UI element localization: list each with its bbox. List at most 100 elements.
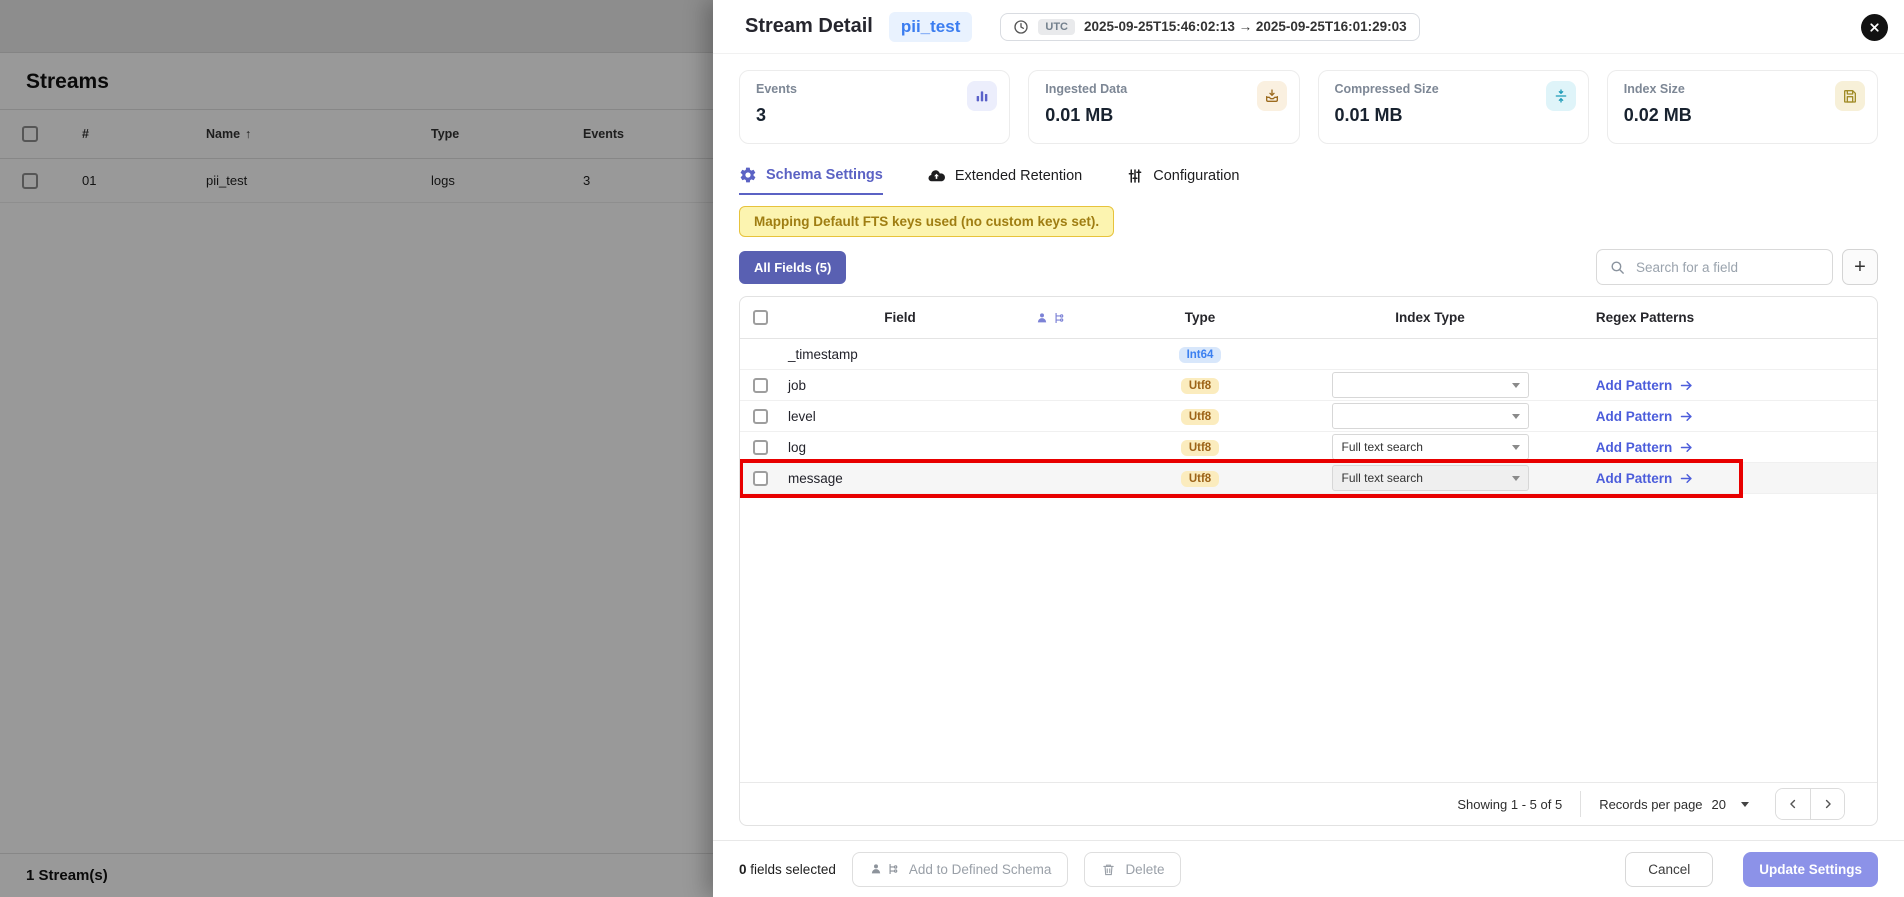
type-badge: Utf8 [1181,409,1219,425]
tab-schema-settings[interactable]: Schema Settings [739,166,883,195]
all-fields-button[interactable]: All Fields (5) [739,251,846,284]
chevron-down-icon [1741,802,1749,807]
stat-card-index: Index Size 0.02 MB [1607,70,1878,144]
save-icon [1835,81,1865,111]
next-page-button[interactable] [1810,789,1844,819]
stat-label: Ingested Data [1045,82,1282,96]
stat-value: 0.01 MB [1045,105,1282,126]
chevron-down-icon [1512,445,1520,450]
field-name: message [780,471,1020,486]
stat-label: Events [756,82,993,96]
prev-page-button[interactable] [1776,789,1810,819]
field-checkbox[interactable] [753,378,768,393]
close-drawer-button[interactable] [1861,14,1888,41]
arrow-right-icon [1679,440,1694,455]
chevron-down-icon [1512,476,1520,481]
arrow-right-icon [1679,378,1694,393]
add-pattern-link[interactable]: Add Pattern [1540,471,1750,486]
select-all-fields-checkbox[interactable] [753,310,768,325]
drawer-header: Stream Detail pii_test UTC 2025-09-25T15… [713,0,1904,54]
time-range-box: UTC 2025-09-25T15:46:02:13 → 2025-09-25T… [1000,13,1419,41]
drawer-body: Events 3 Ingested Data 0.01 MB Compresse… [713,54,1904,840]
stream-detail-drawer: Stream Detail pii_test UTC 2025-09-25T15… [713,0,1904,897]
bar-chart-icon [967,81,997,111]
field-search-input[interactable] [1636,260,1820,275]
stat-card-events: Events 3 [739,70,1010,144]
field-row-job: job Utf8 Add Pattern [740,370,1877,401]
col-regex-patterns: Regex Patterns [1540,310,1750,325]
field-row-level: level Utf8 Add Pattern [740,401,1877,432]
arrow-right-icon [1679,409,1694,424]
stat-value: 0.01 MB [1335,105,1572,126]
tab-label: Extended Retention [955,168,1082,184]
index-type-select[interactable] [1332,403,1529,429]
pager [1775,788,1845,820]
tab-extended-retention[interactable]: Extended Retention [927,166,1082,195]
trash-icon [1101,862,1116,877]
cancel-button[interactable]: Cancel [1625,852,1713,887]
fts-warning-banner: Mapping Default FTS keys used (no custom… [739,206,1114,237]
chevron-down-icon [1512,414,1520,419]
records-per-page-select[interactable]: Records per page 20 [1599,797,1749,812]
add-pattern-link[interactable]: Add Pattern [1540,378,1750,393]
clock-icon [1013,19,1029,35]
index-type-select[interactable] [1332,372,1529,398]
type-badge: Utf8 [1181,378,1219,394]
gear-icon [739,166,757,184]
pagination-bar: Showing 1 - 5 of 5 Records per page 20 [740,782,1877,825]
field-checkbox[interactable] [753,409,768,424]
showing-text: Showing 1 - 5 of 5 [1457,797,1562,812]
col-type: Type [1080,310,1320,325]
tab-label: Configuration [1153,168,1239,184]
stream-name-badge: pii_test [889,12,973,42]
add-field-button[interactable]: + [1842,249,1878,285]
field-row-log: log Utf8 Full text search Add Pattern [740,432,1877,463]
stat-value: 0.02 MB [1624,105,1861,126]
col-index-type: Index Type [1320,310,1540,325]
field-name: level [780,409,1020,424]
field-row-message: message Utf8 Full text search Add Patter… [740,463,1877,494]
compress-icon [1546,81,1576,111]
stats-row: Events 3 Ingested Data 0.01 MB Compresse… [739,70,1878,144]
tune-icon [1126,167,1144,185]
user-schema-icon [1020,311,1080,325]
update-settings-button[interactable]: Update Settings [1743,852,1878,887]
field-name: log [780,440,1020,455]
type-badge: Int64 [1179,347,1222,363]
fields-table-header: Field Type Index Type Regex Patterns [740,297,1877,339]
add-pattern-link[interactable]: Add Pattern [1540,409,1750,424]
field-checkbox[interactable] [753,471,768,486]
inbox-download-icon [1257,81,1287,111]
tab-label: Schema Settings [766,167,883,183]
add-pattern-link[interactable]: Add Pattern [1540,440,1750,455]
stat-value: 3 [756,105,993,126]
field-search-box [1596,249,1833,285]
drawer-footer: 0 fields selected Add to Defined Schema … [713,840,1904,897]
detail-tabs: Schema Settings Extended Retention Confi… [739,166,1878,195]
type-badge: Utf8 [1181,440,1219,456]
stat-card-ingested: Ingested Data 0.01 MB [1028,70,1299,144]
search-icon [1609,259,1626,276]
modal-backdrop[interactable] [0,0,713,897]
utc-chip: UTC [1038,19,1075,35]
field-row-timestamp: _timestamp Int64 [740,339,1877,370]
index-type-select[interactable]: Full text search [1332,465,1529,491]
add-to-defined-schema-button[interactable]: Add to Defined Schema [852,852,1069,887]
close-icon [1868,21,1881,34]
stat-label: Index Size [1624,82,1861,96]
field-checkbox[interactable] [753,440,768,455]
cloud-upload-icon [927,167,946,186]
index-type-select[interactable]: Full text search [1332,434,1529,460]
chevron-down-icon [1512,383,1520,388]
drawer-title: Stream Detail [745,15,873,38]
divider [1580,791,1581,817]
stat-label: Compressed Size [1335,82,1572,96]
delete-button[interactable]: Delete [1084,852,1181,887]
selected-fields-text: 0 fields selected [739,862,836,877]
field-name: _timestamp [780,347,1020,362]
fields-controls: All Fields (5) + [739,249,1878,285]
tab-configuration[interactable]: Configuration [1126,166,1239,195]
user-schema-icon [869,862,900,876]
field-name: job [780,378,1020,393]
arrow-right-icon [1679,471,1694,486]
